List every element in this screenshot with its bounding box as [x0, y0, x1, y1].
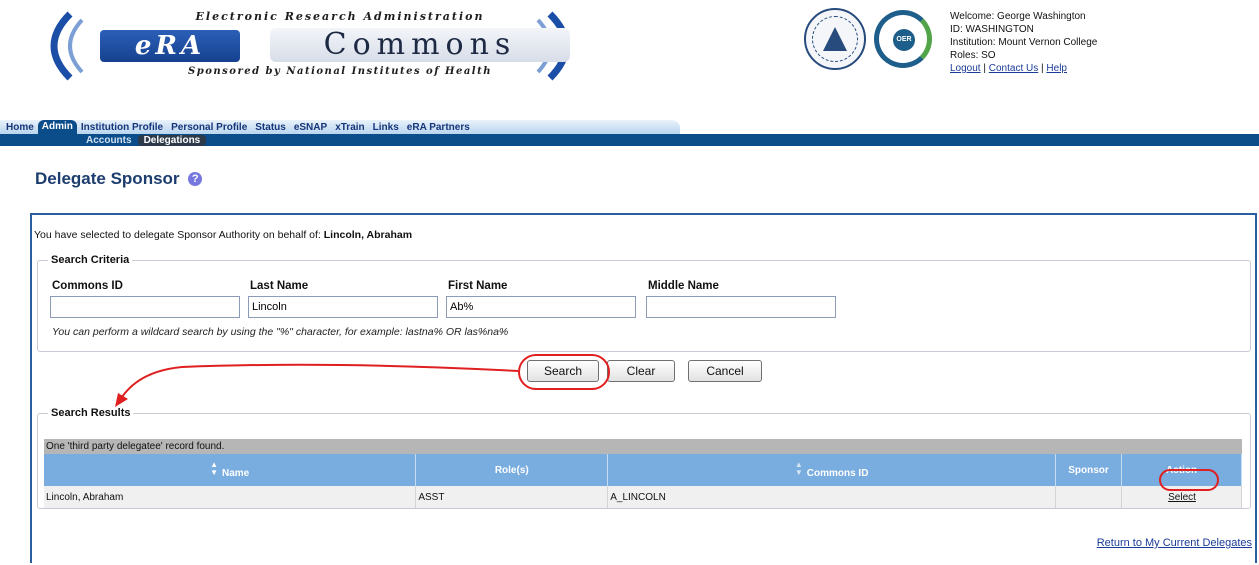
- oer-label: OER: [893, 29, 915, 51]
- tab-era-partners[interactable]: eRA Partners: [403, 122, 474, 133]
- cell-name: Lincoln, Abraham: [44, 486, 417, 508]
- first-name-input[interactable]: [446, 296, 636, 318]
- column-sponsor-label: Sponsor: [1068, 464, 1109, 476]
- welcome-institution: Institution: Mount Vernon College: [950, 37, 1098, 48]
- oer-logo-icon: OER: [874, 10, 932, 68]
- column-header-roles: Role(s): [415, 454, 609, 486]
- era-commons-logo: Electronic Research Administration eRA C…: [30, 6, 590, 86]
- result-count: One 'third party delegatee' record found…: [44, 439, 1242, 454]
- wildcard-hint: You can perform a wildcard search by usi…: [52, 326, 509, 338]
- tab-status[interactable]: Status: [251, 122, 290, 133]
- delegate-statement: You have selected to delegate Sponsor Au…: [34, 229, 412, 241]
- link-separator: |: [983, 63, 986, 74]
- link-separator: |: [1041, 63, 1044, 74]
- primary-tabs: Home Admin Institution Profile Personal …: [0, 120, 680, 134]
- search-results-group: Search Results One 'third party delegate…: [37, 407, 1251, 509]
- subtab-accounts[interactable]: Accounts: [80, 135, 138, 146]
- cancel-button[interactable]: Cancel: [688, 360, 762, 382]
- main-navigation: Home Admin Institution Profile Personal …: [0, 120, 1259, 150]
- search-button[interactable]: Search: [527, 360, 599, 382]
- last-name-label: Last Name: [250, 280, 309, 292]
- page-title: Delegate Sponsor ?: [35, 169, 203, 189]
- clear-button[interactable]: Clear: [607, 360, 675, 382]
- table-header-row: ▲ ▼ Name Role(s) ▲ ▼ Commons ID Sponsor Acti…: [44, 454, 1242, 486]
- select-link[interactable]: Select: [1168, 492, 1196, 503]
- column-header-commons-id[interactable]: ▲ ▼ Commons ID: [607, 454, 1057, 486]
- tab-xtrain[interactable]: xTrain: [331, 122, 368, 133]
- return-to-delegates-link[interactable]: Return to My Current Delegates: [1097, 537, 1252, 549]
- search-criteria-legend: Search Criteria: [51, 254, 130, 266]
- tab-personal-profile[interactable]: Personal Profile: [167, 122, 251, 133]
- first-name-label: First Name: [448, 280, 508, 292]
- tab-links[interactable]: Links: [369, 122, 403, 133]
- welcome-user: Welcome: George Washington: [950, 11, 1086, 22]
- statement-name: Lincoln, Abraham: [323, 229, 413, 241]
- logout-link[interactable]: Logout: [950, 63, 981, 74]
- search-results-legend: Search Results: [51, 407, 131, 419]
- tab-institution-profile[interactable]: Institution Profile: [77, 122, 167, 133]
- middle-name-label: Middle Name: [648, 280, 719, 292]
- column-roles-label: Role(s): [494, 464, 529, 476]
- commons-id-label: Commons ID: [52, 280, 123, 292]
- last-name-input[interactable]: [248, 296, 438, 318]
- column-header-action: Action: [1121, 454, 1242, 486]
- table-row: Lincoln, Abraham ASST A_LINCOLN Select: [44, 486, 1242, 508]
- secondary-tabs: Accounts Delegations: [0, 134, 1259, 146]
- column-header-name[interactable]: ▲ ▼ Name: [44, 454, 417, 486]
- welcome-roles: Roles: SO: [950, 50, 996, 61]
- subtab-delegations[interactable]: Delegations: [137, 134, 207, 146]
- column-action-label: Action: [1165, 464, 1198, 476]
- cell-sponsor: [1055, 486, 1123, 508]
- commons-id-input[interactable]: [50, 296, 240, 318]
- column-name-label: Name: [222, 468, 250, 479]
- cell-roles: ASST: [415, 486, 609, 508]
- middle-name-input[interactable]: [646, 296, 836, 318]
- contact-us-link[interactable]: Contact Us: [989, 63, 1038, 74]
- column-commons-id-label: Commons ID: [806, 468, 869, 479]
- nih-seal-icon: [804, 8, 866, 70]
- cell-commons-id: A_LINCOLN: [607, 486, 1057, 508]
- sort-icon: ▲ ▼: [210, 460, 218, 477]
- logo-top-text: Electronic Research Administration: [195, 10, 485, 23]
- welcome-block: Welcome: George Washington ID: WASHINGTO…: [950, 10, 1097, 75]
- cell-action: Select: [1121, 486, 1242, 508]
- logo-era-text: eRA: [100, 30, 240, 62]
- search-criteria-group: Search Criteria Commons ID Last Name Fir…: [37, 254, 1251, 352]
- header-links: Logout | Contact Us | Help: [950, 62, 1097, 75]
- page-title-text: Delegate Sponsor: [35, 169, 180, 188]
- help-link[interactable]: Help: [1046, 63, 1067, 74]
- tab-home[interactable]: Home: [2, 122, 38, 133]
- sort-icon: ▲ ▼: [794, 460, 803, 477]
- welcome-id: ID: WASHINGTON: [950, 24, 1034, 35]
- delegate-panel: You have selected to delegate Sponsor Au…: [30, 213, 1257, 563]
- tab-esnap[interactable]: eSNAP: [290, 122, 331, 133]
- logo-commons-text: Commons: [270, 28, 570, 62]
- help-icon[interactable]: ?: [188, 172, 203, 186]
- column-header-sponsor: Sponsor: [1055, 454, 1123, 486]
- results-table: ▲ ▼ Name Role(s) ▲ ▼ Commons ID Sponsor Acti…: [44, 454, 1242, 508]
- statement-prefix: You have selected to delegate Sponsor Au…: [34, 229, 324, 241]
- tab-admin[interactable]: Admin: [37, 120, 77, 134]
- logo-bottom-text: Sponsored by National Institutes of Heal…: [188, 66, 492, 77]
